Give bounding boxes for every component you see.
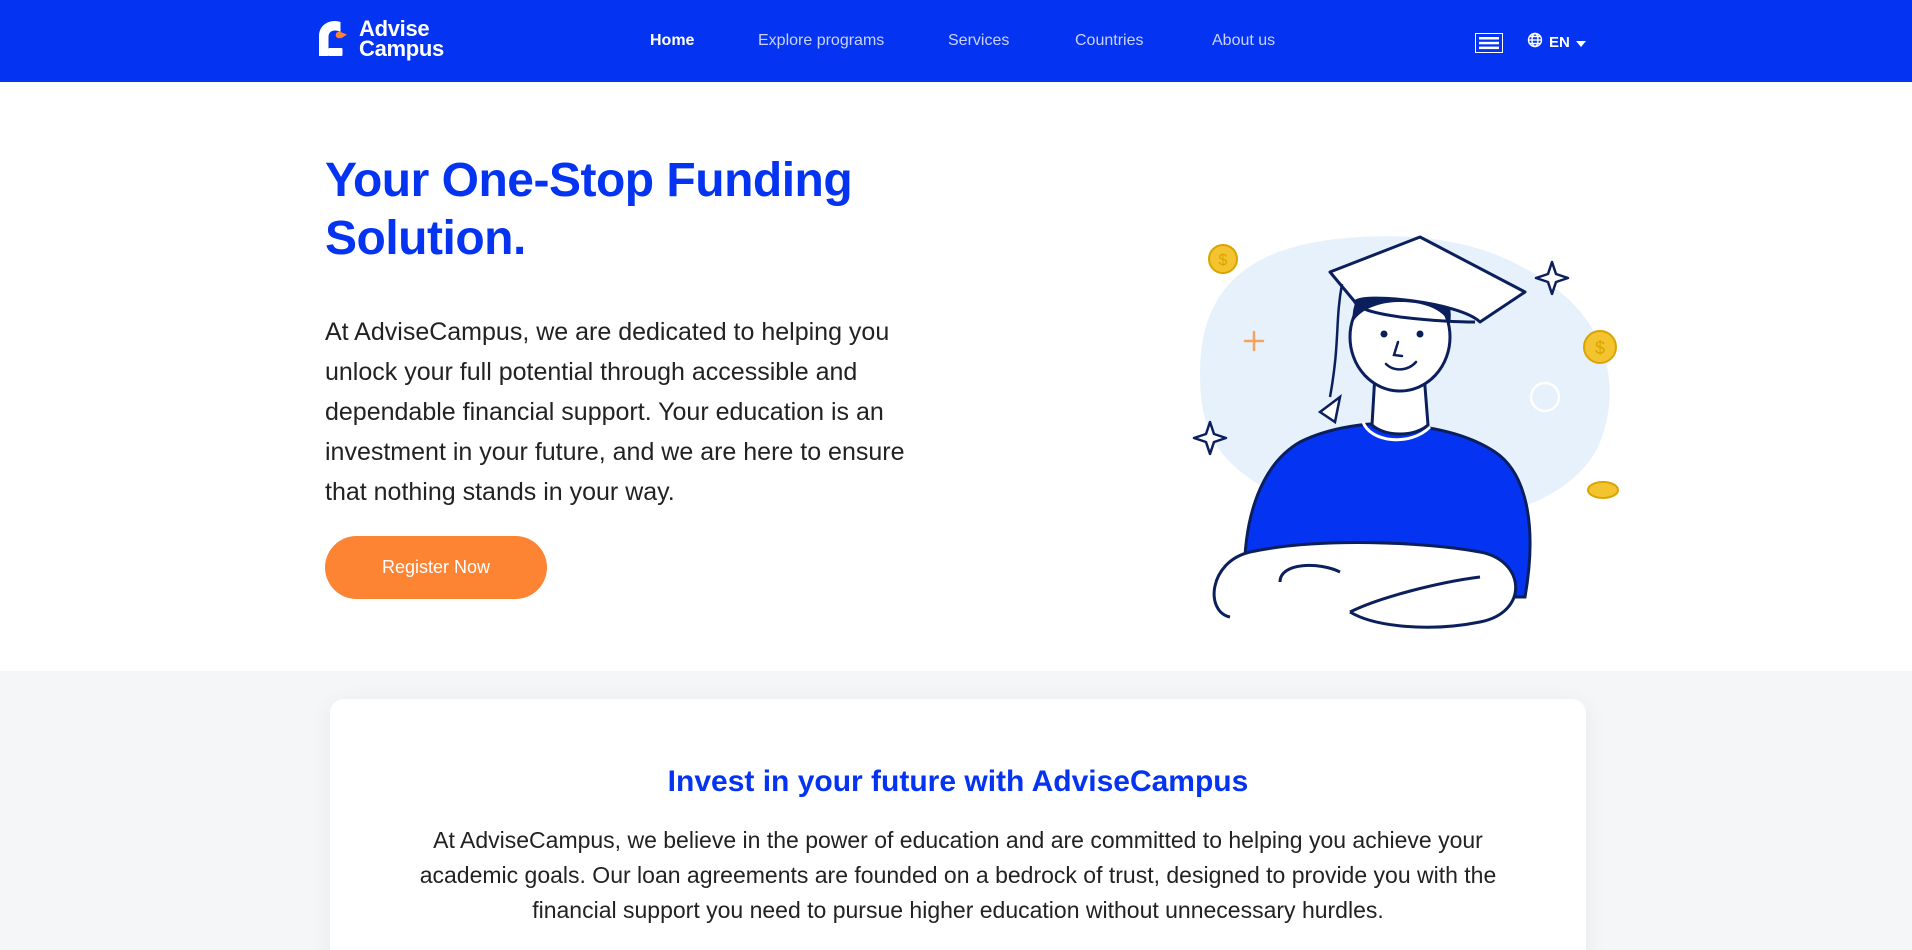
- logo-text: Advise Campus: [359, 18, 444, 61]
- student-graduate-illustration: $ $: [1180, 142, 1630, 642]
- hero-section: Your One-Stop Funding Solution. At Advis…: [0, 82, 1912, 671]
- invest-section-title: Invest in your future with AdviseCampus: [667, 765, 1249, 798]
- register-now-button[interactable]: Register Now: [325, 536, 547, 599]
- nav-link-countries[interactable]: Countries: [1075, 32, 1143, 50]
- globe-icon: [1527, 32, 1543, 52]
- svg-text:$: $: [1595, 338, 1605, 358]
- nav-link-home[interactable]: Home: [650, 32, 694, 50]
- nav-link-services[interactable]: Services: [948, 32, 1009, 50]
- hero-description: At AdviseCampus, we are dedicated to hel…: [325, 318, 905, 506]
- coin-icon: $: [1208, 244, 1238, 274]
- caret-down-icon: [1575, 34, 1586, 51]
- logo-mark-icon: [313, 18, 355, 60]
- language-code: EN: [1549, 33, 1570, 51]
- language-selector[interactable]: EN: [1527, 32, 1586, 52]
- hero-title: Your One-Stop Funding Solution.: [325, 154, 853, 265]
- top-navbar: Advise Campus Home Explore programs Serv…: [0, 0, 1912, 82]
- invest-section-card: Invest in your future with AdviseCampus …: [330, 699, 1586, 950]
- logo-text-line2: Campus: [359, 36, 444, 61]
- svg-text:$: $: [1219, 252, 1228, 269]
- nav-link-about-us[interactable]: About us: [1212, 32, 1275, 50]
- nav-link-explore-programs[interactable]: Explore programs: [758, 32, 884, 50]
- invest-section-description: At AdviseCampus, we believe in the power…: [419, 827, 1497, 923]
- advisecampus-logo[interactable]: Advise Campus: [313, 18, 444, 60]
- hamburger-menu-icon[interactable]: [1474, 32, 1504, 54]
